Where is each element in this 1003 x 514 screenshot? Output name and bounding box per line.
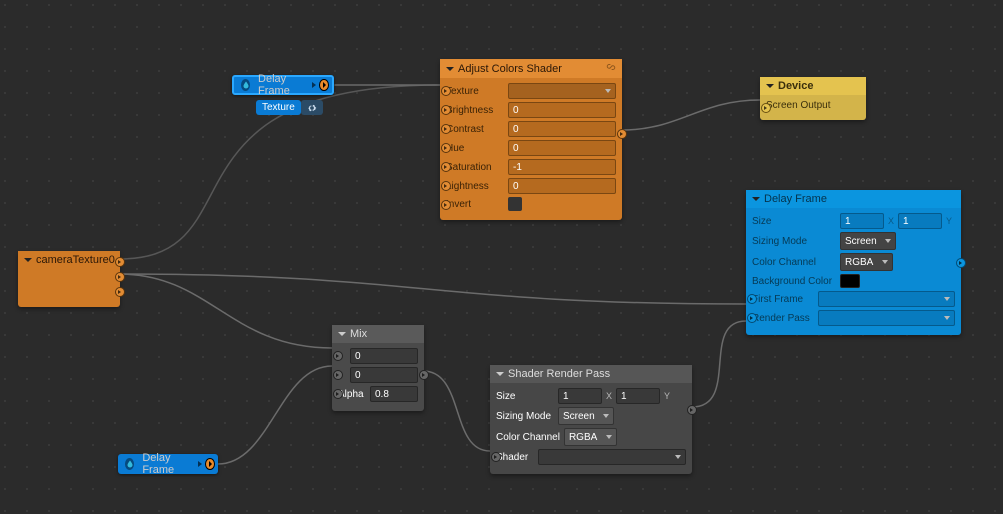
node-title: Adjust Colors Shader (458, 63, 562, 75)
node-shader-render-pass[interactable]: Shader Render Pass Size X Y Sizing Mode … (490, 365, 692, 474)
size-y-field[interactable] (898, 213, 942, 229)
input-port-hue[interactable] (441, 143, 451, 153)
mix-input-b[interactable] (350, 367, 418, 383)
axis-y-label: Y (944, 216, 954, 226)
node-camera-texture[interactable]: cameraTexture0 (18, 251, 120, 307)
color-channel-select[interactable]: RGBA (840, 253, 893, 271)
node-header[interactable]: Adjust Colors Shader (440, 59, 622, 78)
input-port-first-frame[interactable] (747, 294, 757, 304)
size-x-field[interactable] (558, 388, 602, 404)
node-device[interactable]: Device Screen Output (760, 77, 866, 120)
chevron-down-icon (198, 461, 202, 467)
node-adjust-colors-shader[interactable]: Adjust Colors Shader Texture Brightness … (440, 59, 622, 220)
input-port-contrast[interactable] (441, 124, 451, 134)
sizing-mode-select[interactable]: Screen (840, 232, 896, 250)
output-port-1[interactable] (115, 272, 125, 282)
input-port-b[interactable] (333, 370, 343, 380)
output-port-0[interactable] (115, 257, 125, 267)
node-delay-frame-pill-bottom[interactable]: Delay Frame (118, 454, 218, 474)
node-header[interactable]: Mix (332, 325, 424, 343)
texture-field[interactable] (508, 83, 616, 99)
output-port[interactable] (419, 370, 429, 380)
prop-label: Texture (446, 86, 504, 97)
node-graph-canvas[interactable]: Delay Frame Texture Adjust Colors Shader… (0, 0, 1003, 514)
render-pass-field[interactable] (818, 310, 955, 326)
mix-input-a[interactable] (350, 348, 418, 364)
input-port-alpha[interactable] (333, 389, 343, 399)
node-title: Device (778, 80, 813, 92)
pill-label: Delay Frame (138, 452, 195, 476)
shader-field[interactable] (538, 449, 686, 465)
saturation-field[interactable] (508, 159, 616, 175)
node-title: Mix (350, 328, 367, 340)
lightness-field[interactable] (508, 178, 616, 194)
droplet-icon (241, 79, 250, 91)
gear-icon[interactable] (301, 100, 323, 115)
input-port-render-pass[interactable] (747, 313, 757, 323)
link-icon[interactable] (606, 62, 616, 75)
node-header[interactable]: Delay Frame (746, 190, 961, 208)
input-port-texture[interactable] (441, 86, 451, 96)
selection-badges: Texture (256, 100, 323, 115)
color-channel-select[interactable]: RGBA (564, 428, 617, 446)
input-port-shader[interactable] (491, 452, 501, 462)
hue-field[interactable] (508, 140, 616, 156)
size-y-field[interactable] (616, 388, 660, 404)
input-port-screen-output[interactable] (761, 103, 771, 113)
badge-texture[interactable]: Texture (256, 100, 301, 115)
output-port[interactable] (617, 129, 627, 139)
node-delay-frame[interactable]: Delay Frame Size X Y Sizing Mode Screen … (746, 190, 961, 335)
node-header[interactable]: Shader Render Pass (490, 365, 692, 383)
bg-color-swatch[interactable] (840, 274, 860, 288)
output-port-2[interactable] (115, 287, 125, 297)
input-port-lightness[interactable] (441, 181, 451, 191)
alpha-field[interactable] (370, 386, 418, 402)
axis-x-label: X (886, 216, 896, 226)
node-title: cameraTexture0 (36, 254, 115, 266)
droplet-icon (125, 458, 134, 470)
size-x-field[interactable] (840, 213, 884, 229)
first-frame-field[interactable] (818, 291, 955, 307)
input-port-brightness[interactable] (441, 105, 451, 115)
input-port-invert[interactable] (441, 200, 451, 210)
node-header[interactable]: Device (760, 77, 866, 95)
output-port[interactable] (956, 258, 966, 268)
brightness-field[interactable] (508, 102, 616, 118)
pill-label: Delay Frame (254, 73, 309, 97)
input-port-saturation[interactable] (441, 162, 451, 172)
node-mix[interactable]: Mix Alpha (332, 325, 424, 411)
node-title: Delay Frame (764, 193, 827, 205)
contrast-field[interactable] (508, 121, 616, 137)
invert-checkbox[interactable] (508, 197, 522, 211)
output-port[interactable] (319, 79, 329, 91)
output-port[interactable] (687, 405, 697, 415)
node-title: Shader Render Pass (508, 368, 610, 380)
prop-label: Screen Output (766, 100, 830, 111)
output-port[interactable] (205, 458, 215, 470)
input-port-a[interactable] (333, 351, 343, 361)
node-header[interactable]: cameraTexture0 (18, 251, 120, 269)
axis-y-label: Y (662, 391, 672, 401)
sizing-mode-select[interactable]: Screen (558, 407, 614, 425)
chevron-down-icon (312, 82, 316, 88)
node-delay-frame-pill-top[interactable]: Delay Frame (232, 75, 334, 95)
axis-x-label: X (604, 391, 614, 401)
